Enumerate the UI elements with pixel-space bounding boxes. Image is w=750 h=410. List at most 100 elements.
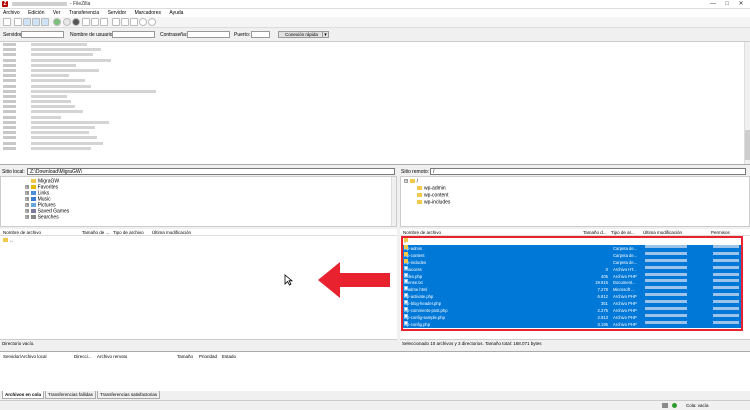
reconnect-icon[interactable] <box>100 18 108 26</box>
column-header-type[interactable]: Tipo de ar... <box>611 230 635 235</box>
tab-failed[interactable]: Transferencias fallidas <box>45 391 96 399</box>
status-bar: Cola: vacía <box>0 400 750 410</box>
chevron-down-icon: ▾ <box>324 32 327 38</box>
toggle-log-icon[interactable] <box>14 18 22 26</box>
queue-col-direction[interactable]: Direcci... <box>74 354 92 359</box>
column-header-name[interactable]: Nombre de archivo <box>403 230 441 235</box>
link-icon <box>30 191 36 195</box>
list-item-parent[interactable]: .. <box>3 238 13 243</box>
log-scrollbar[interactable] <box>744 42 750 164</box>
message-log <box>0 42 750 165</box>
local-directory-tree: MigraGW ⊞ Favorites ⊞ Links ⊞ Music ⊞ Pi… <box>0 176 397 227</box>
local-status: Directorio vacío. <box>0 339 397 347</box>
tree-node[interactable]: ⊞ Searches <box>25 215 59 220</box>
minimize-button[interactable]: — <box>706 0 720 9</box>
saved-games-icon <box>30 209 36 213</box>
window-title: - FileZilla <box>70 1 91 7</box>
column-header-modified[interactable]: Última modificación <box>152 230 191 235</box>
tab-successful[interactable]: Transferencias satisfactorias <box>97 391 161 399</box>
column-header-name[interactable]: Nombre de archivo <box>3 230 41 235</box>
server-label: Servidor: <box>3 32 24 38</box>
log-line <box>0 146 750 151</box>
username-input[interactable] <box>112 31 155 38</box>
menu-marcadores[interactable]: Marcadores <box>135 9 161 17</box>
title-redacted <box>12 2 67 6</box>
binoculars-icon[interactable] <box>148 18 156 26</box>
disconnect-icon[interactable] <box>91 18 99 26</box>
quickconnect-button-label: Conexión rápida <box>285 32 318 37</box>
menu-ayuda[interactable]: Ayuda <box>169 9 183 17</box>
remote-status: Seleccionado 10 archivos y 3 directorios… <box>400 339 750 347</box>
log-scroll-thumb[interactable] <box>745 130 750 160</box>
menu-edicion[interactable]: Edición <box>28 9 44 17</box>
queue-col-remote[interactable]: Archivo remoto <box>97 354 127 359</box>
password-input[interactable] <box>187 31 230 38</box>
queue-col-priority[interactable]: Prioridad <box>199 354 217 359</box>
port-input[interactable] <box>251 31 270 38</box>
unknown-folder-icon <box>417 200 422 204</box>
remote-path-input[interactable]: / <box>430 168 746 175</box>
mouse-cursor-icon <box>284 274 294 286</box>
tab-queued[interactable]: Archivos en cola <box>2 391 45 399</box>
toggle-remote-tree-icon[interactable] <box>32 18 40 26</box>
process-queue-icon[interactable] <box>63 18 71 26</box>
password-label: Contraseña: <box>160 32 188 38</box>
column-header-type[interactable]: Tipo de archivo <box>113 230 144 235</box>
quickconnect-button[interactable]: Conexión rápida <box>278 31 325 38</box>
menu-servidor[interactable]: Servidor <box>108 9 127 17</box>
star-icon <box>30 185 36 189</box>
unknown-folder-icon <box>417 193 422 197</box>
compare-icon[interactable] <box>121 18 129 26</box>
queue-col-status[interactable]: Estado <box>222 354 236 359</box>
title-bar: Z - FileZilla — □ ✕ <box>0 0 750 9</box>
activity-icon <box>672 403 677 408</box>
tree-node[interactable]: wp-includes <box>417 200 450 205</box>
search-folder-icon <box>30 215 36 219</box>
stop-icon[interactable] <box>82 18 90 26</box>
column-header-permissions[interactable]: Permisos <box>711 230 730 235</box>
queue-col-local[interactable]: Servidor/Archivo local <box>3 354 47 359</box>
queue-tabs: Archivos en cola Transferencias fallidas… <box>0 391 750 399</box>
folder-icon <box>31 179 36 183</box>
remote-directory-tree: ⊟ / wp-admin wp-content wp-includes <box>400 176 750 227</box>
local-tree-scrollbar[interactable] <box>391 177 396 226</box>
remote-file-list-header: Nombre de archivo Tamaño d... Tipo de ar… <box>400 229 750 236</box>
pictures-icon <box>30 203 36 207</box>
sync-browse-icon[interactable] <box>130 18 138 26</box>
username-label: Nombre de usuario: <box>70 32 114 38</box>
folder-icon <box>3 238 8 242</box>
filter-icon[interactable] <box>112 18 120 26</box>
tree-node[interactable]: ⊟ / <box>404 179 418 184</box>
menu-bar: Archivo Edición Ver Transferencia Servid… <box>0 9 750 17</box>
folder-icon <box>409 179 415 183</box>
search-icon[interactable] <box>139 18 147 26</box>
column-header-size[interactable]: Tamaño d... <box>583 230 607 235</box>
refresh-icon[interactable] <box>53 18 61 26</box>
unknown-folder-icon <box>417 186 422 190</box>
menu-ver[interactable]: Ver <box>53 9 61 17</box>
site-manager-icon[interactable] <box>3 18 11 26</box>
menu-transferencia[interactable]: Transferencia <box>69 9 99 17</box>
filezilla-logo-icon: Z <box>2 1 8 7</box>
queue-col-size[interactable]: Tamaño <box>177 354 193 359</box>
cancel-icon[interactable] <box>72 18 80 26</box>
port-label: Puerto: <box>234 32 251 38</box>
transfer-queue: Servidor/Archivo local Direcci... Archiv… <box>0 351 750 391</box>
tree-node[interactable]: wp-admin <box>417 186 446 191</box>
tree-node[interactable]: wp-content <box>417 193 448 198</box>
close-button[interactable]: ✕ <box>734 0 748 9</box>
column-header-size[interactable]: Tamaño de ... <box>82 230 109 235</box>
quickconnect-dropdown-button[interactable]: ▾ <box>322 31 329 38</box>
toggle-queue-icon[interactable] <box>41 18 49 26</box>
local-site-bar: Sitio local: Z:\Download\MigraGW\ <box>0 168 397 176</box>
arrow-icon <box>318 262 390 298</box>
maximize-button[interactable]: □ <box>720 0 734 9</box>
local-path-input[interactable]: Z:\Download\MigraGW\ <box>27 168 395 175</box>
column-header-modified[interactable]: Última modificación <box>643 230 682 235</box>
server-input[interactable] <box>21 31 64 38</box>
remote-site-label: Sitio remoto: <box>401 169 430 175</box>
menu-archivo[interactable]: Archivo <box>3 9 20 17</box>
local-file-list-header: Nombre de archivo Tamaño de ... Tipo de … <box>0 229 397 236</box>
toggle-local-tree-icon[interactable] <box>23 18 31 26</box>
lock-icon <box>662 403 668 408</box>
